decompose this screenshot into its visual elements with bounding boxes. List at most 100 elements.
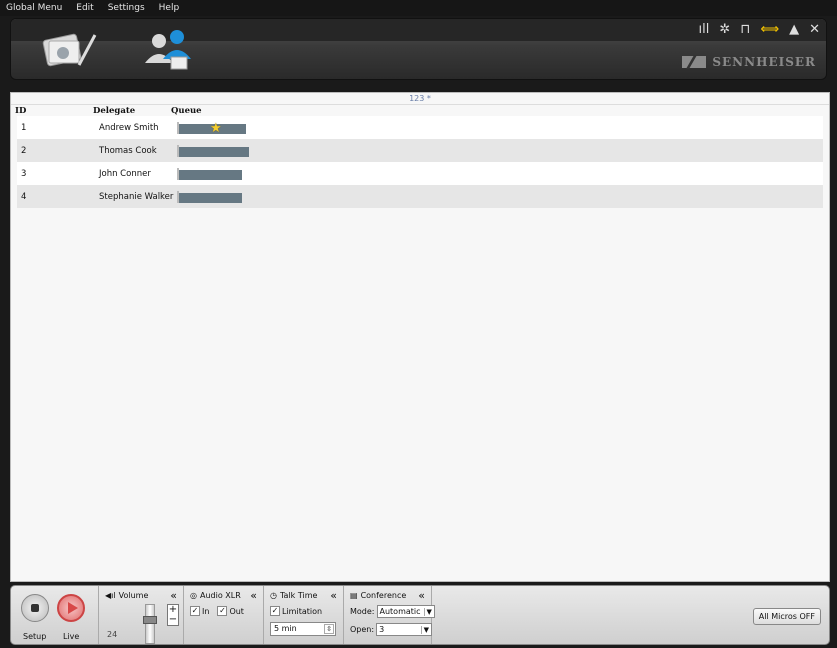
table-header: ID Delegate Queue <box>11 105 829 116</box>
xlr-out-checkbox[interactable]: ✓ Out <box>217 606 244 616</box>
conference-title: Conference <box>360 591 407 600</box>
queue-cell <box>177 144 257 157</box>
queue-cell <box>177 167 257 180</box>
header-toolbar: ıll ✲ ⊓ ⟺ ▲ ✕ <box>699 22 820 37</box>
queue-bar[interactable] <box>177 167 242 180</box>
table-row[interactable]: 3 John Conner <box>17 162 823 185</box>
open-select[interactable]: 3 ▼ <box>376 623 433 636</box>
menu-bar: Global Menu Edit Settings Help <box>0 0 837 16</box>
column-id[interactable]: ID <box>15 106 93 116</box>
mode-value: Automatic <box>379 607 421 616</box>
setup-button[interactable] <box>21 594 49 622</box>
spin-arrows-icon[interactable]: ⇳ <box>324 624 334 634</box>
check-icon: ✓ <box>190 606 200 616</box>
queue-bar[interactable] <box>177 144 249 157</box>
column-delegate[interactable]: Delegate <box>93 106 171 116</box>
menu-edit[interactable]: Edit <box>76 3 93 13</box>
volume-value: 24 <box>107 630 118 639</box>
mode-label: Mode: <box>350 607 375 616</box>
volume-title-row: ◀ıl Volume <box>105 591 148 600</box>
delegate-name: John Conner <box>99 168 151 179</box>
volume-group: ◀ıl Volume « 24 + − <box>99 586 184 644</box>
queue-fill <box>179 169 242 180</box>
audio-xlr-title-row: ◎ Audio XLR <box>190 591 241 600</box>
conference-group: ▤ Conference « Mode: Automatic ▼ Open: 3… <box>344 586 435 644</box>
live-group: Setup Live <box>11 586 99 644</box>
talk-time-title-row: ◷ Talk Time <box>270 591 317 600</box>
queue-fill <box>179 146 249 157</box>
signal-icon[interactable]: ıll <box>699 22 710 37</box>
up-arrow-icon[interactable]: ▲ <box>789 22 799 37</box>
queue-bar[interactable] <box>177 190 242 203</box>
conference-icon: ▤ <box>350 591 358 600</box>
swap-icon[interactable]: ⟺ <box>760 22 779 37</box>
queue-cell <box>177 190 257 203</box>
mode-row: Mode: Automatic ▼ <box>350 605 435 618</box>
delegate-name: Thomas Cook <box>99 145 157 156</box>
xlr-in-checkbox[interactable]: ✓ In <box>190 606 209 616</box>
close-icon[interactable]: ✕ <box>809 22 820 37</box>
delegates-icon[interactable] <box>139 27 203 73</box>
volume-slider[interactable] <box>145 604 155 644</box>
xlr-icon: ◎ <box>190 591 197 600</box>
open-value: 3 <box>379 625 385 634</box>
volume-slider-knob[interactable] <box>143 616 157 624</box>
menu-global[interactable]: Global Menu <box>6 3 62 13</box>
chevron-down-icon: ▼ <box>420 625 429 634</box>
collapse-volume-icon[interactable]: « <box>170 589 177 602</box>
limitation-checkbox[interactable]: ✓ Limitation <box>270 606 322 616</box>
collapse-xlr-icon[interactable]: « <box>250 589 257 602</box>
live-label: Live <box>63 632 80 641</box>
delegate-id: 2 <box>21 145 27 156</box>
queue-bar[interactable]: ★ <box>177 121 246 136</box>
audio-xlr-group: ◎ Audio XLR « ✓ In ✓ Out <box>184 586 264 644</box>
speaker-icon: ◀ıl <box>105 591 116 600</box>
mode-select[interactable]: Automatic ▼ <box>376 605 435 618</box>
control-bar: Setup Live ◀ıl Volume « 24 + − ◎ Audio XL… <box>10 585 830 645</box>
queue-fill <box>179 192 242 203</box>
audio-xlr-title: Audio XLR <box>199 591 241 600</box>
star-icon: ★ <box>210 120 222 136</box>
xlr-in-label: In <box>202 606 210 616</box>
delegate-name: Andrew Smith <box>99 122 159 133</box>
open-label: Open: <box>350 625 375 634</box>
delegate-id: 3 <box>21 168 27 179</box>
table-row[interactable]: 2 Thomas Cook <box>17 139 823 162</box>
brand-name: SENNHEISER <box>712 55 816 69</box>
conference-tools-icon[interactable] <box>39 27 99 71</box>
volume-title: Volume <box>118 591 149 600</box>
app-header: ıll ✲ ⊓ ⟺ ▲ ✕ SENNHEISER <box>10 18 827 80</box>
setup-label: Setup <box>23 632 47 641</box>
table-row[interactable]: 4 Stephanie Walker <box>17 185 823 208</box>
session-label: 123 * <box>11 93 829 105</box>
talk-time-value: 5 min <box>274 624 297 633</box>
talk-time-group: ◷ Talk Time « ✓ Limitation 5 min ⇳ <box>264 586 344 644</box>
delegate-list: 1 Andrew Smith ★ 2 Thomas Cook 3 John Conner 4 S… <box>11 116 829 208</box>
unlock-icon[interactable]: ⊓ <box>740 22 750 37</box>
gear-icon[interactable]: ✲ <box>719 22 730 37</box>
all-micros-off-button[interactable]: All Micros OFF <box>752 608 821 625</box>
delegate-id: 4 <box>21 191 27 202</box>
xlr-out-label: Out <box>229 606 244 616</box>
xlr-options: ✓ In ✓ Out <box>190 606 244 616</box>
check-icon: ✓ <box>270 606 280 616</box>
menu-help[interactable]: Help <box>159 3 180 13</box>
column-queue[interactable]: Queue <box>171 106 251 116</box>
queue-cell: ★ <box>177 121 257 136</box>
delegate-id: 1 <box>21 122 27 133</box>
delegate-panel: 123 * ID Delegate Queue 1 Andrew Smith ★ 2 T… <box>10 92 830 582</box>
table-row[interactable]: 1 Andrew Smith ★ <box>17 116 823 139</box>
collapse-conference-icon[interactable]: « <box>418 589 425 602</box>
live-button[interactable] <box>57 594 85 622</box>
talk-time-input[interactable]: 5 min ⇳ <box>270 622 336 636</box>
talk-time-title: Talk Time <box>279 591 318 600</box>
sennheiser-logo-icon <box>682 56 707 68</box>
control-bar-spacer: All Micros OFF <box>432 586 829 644</box>
volume-stepper[interactable]: + − <box>167 604 179 626</box>
collapse-talk-icon[interactable]: « <box>330 589 337 602</box>
limitation-label: Limitation <box>282 606 323 616</box>
menu-settings[interactable]: Settings <box>108 3 145 13</box>
clock-icon: ◷ <box>270 591 277 600</box>
check-icon: ✓ <box>217 606 228 616</box>
delegate-name: Stephanie Walker <box>99 191 174 202</box>
